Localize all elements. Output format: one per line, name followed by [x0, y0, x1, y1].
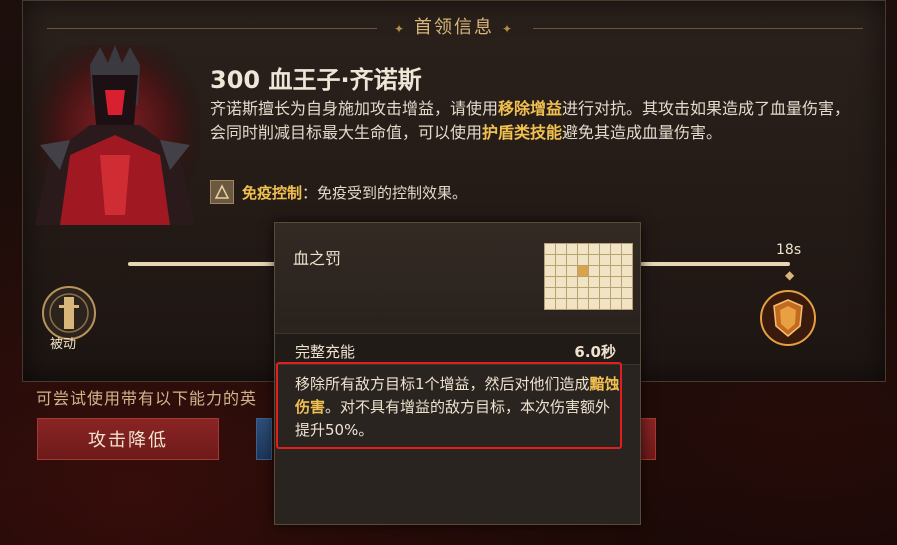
skill-name: 血之罚: [293, 249, 342, 268]
desc-text: 齐诺斯擅长为自身施加攻击增益，请使用: [210, 99, 499, 118]
panel-title-text: 首领信息: [414, 17, 494, 38]
boss-description: 齐诺斯擅长为自身施加攻击增益，请使用移除增益进行对抗。其攻击如果造成了血量伤害，…: [210, 97, 865, 145]
boss-portrait: [30, 45, 200, 230]
range-center-cell: [578, 266, 588, 276]
time-marker: 18s: [776, 242, 802, 258]
tooltip-header: 血之罚: [275, 223, 640, 325]
passive-label: 被动: [50, 337, 77, 352]
attack-down-button[interactable]: 攻击降低: [37, 418, 219, 460]
title-divider-left: [47, 28, 377, 29]
immune-icon: [210, 180, 234, 204]
charge-row: 完整充能 6.0秒: [275, 333, 640, 365]
ability-hint: 可尝试使用带有以下能力的英: [36, 389, 258, 408]
desc-highlight-shield-skill: 护盾类技能: [482, 123, 563, 142]
boss-name: 300 血王子·齐诺斯: [210, 66, 422, 94]
diamond-icon: ✦: [393, 22, 406, 36]
shield-skill-icon[interactable]: [758, 288, 818, 348]
range-grid: [544, 243, 633, 310]
highlight-box: [276, 362, 622, 449]
desc-text: 避免其造成血量伤害。: [562, 123, 723, 142]
timeline-bar-left: [128, 262, 278, 266]
timeline-bar-right: [640, 262, 790, 266]
panel-title: ✦ 首领信息 ✦: [376, 13, 532, 39]
charge-label: 完整充能: [295, 343, 356, 361]
immune-text: ：免疫受到的控制效果。: [302, 183, 468, 202]
immune-control-row: 免疫控制：免疫受到的控制效果。: [210, 180, 467, 204]
marker-diamond-icon: ◆: [785, 268, 795, 282]
desc-highlight-remove-buff: 移除增益: [498, 99, 563, 118]
title-divider-right: [533, 28, 863, 29]
ability-button-blue[interactable]: [256, 418, 272, 460]
ability-button-red[interactable]: [640, 418, 656, 460]
immune-label: 免疫控制: [242, 183, 303, 202]
diamond-icon: ✦: [502, 22, 515, 36]
charge-value: 6.0秒: [574, 343, 616, 361]
